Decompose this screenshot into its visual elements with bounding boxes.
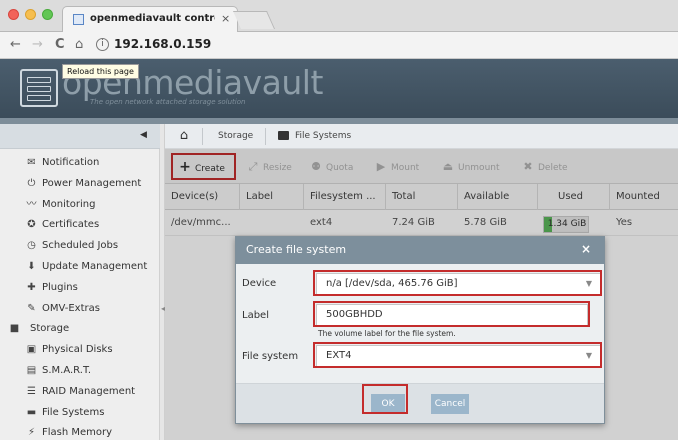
filesystem-field-label: File system bbox=[242, 351, 299, 362]
sidebar-item-label: S.M.A.R.T. bbox=[42, 365, 92, 376]
breadcrumb-home-icon[interactable]: ⌂ bbox=[175, 128, 193, 144]
browser-tab[interactable]: openmediavault control panel × bbox=[62, 6, 238, 32]
sidebar-item-label: File Systems bbox=[42, 406, 105, 418]
sidebar-item-label: OMV-Extras bbox=[42, 302, 100, 314]
sidebar-item-plugins[interactable]: ✚ Plugins bbox=[0, 279, 160, 299]
sidebar-item-certificates[interactable]: ✪ Certificates bbox=[0, 216, 160, 236]
label-highlight bbox=[313, 301, 590, 327]
power-icon: ⏻ bbox=[27, 177, 36, 189]
screen: openmediavault control panel × ← → C ⌂ i… bbox=[0, 0, 678, 440]
sidebar-item-label: Plugins bbox=[42, 281, 78, 293]
update-icon: ⬇ bbox=[27, 261, 36, 272]
sidebar-item-update-management[interactable]: ⬇ Update Management bbox=[0, 258, 160, 278]
folder-icon: ▬ bbox=[26, 406, 37, 418]
minimize-window-icon[interactable] bbox=[25, 9, 36, 20]
sidebar-item-omv-extras[interactable]: ✎ OMV-Extras bbox=[0, 300, 160, 320]
sidebar-item-flash-memory[interactable]: ⚡ Flash Memory bbox=[0, 424, 160, 440]
label-field-hint: The volume label for the file system. bbox=[318, 329, 456, 338]
flash-icon: ⚡ bbox=[27, 427, 36, 439]
page-favicon-icon bbox=[73, 14, 84, 25]
sidebar-item-s-m-a-r-t[interactable]: ▤ S.M.A.R.T. bbox=[0, 362, 160, 382]
reload-tooltip: Reload this page bbox=[62, 64, 139, 79]
tab-close-icon[interactable]: × bbox=[221, 12, 230, 25]
home-icon[interactable]: ⌂ bbox=[75, 37, 83, 53]
wrench-icon: ✎ bbox=[27, 302, 36, 314]
sidebar-item-label: Monitoring bbox=[42, 198, 96, 210]
sidebar-item-physical-disks[interactable]: ▣ Physical Disks bbox=[0, 341, 160, 361]
sidebar-item-label: Notification bbox=[42, 157, 100, 168]
tab-title: openmediavault control panel bbox=[90, 13, 215, 24]
certificate-icon: ✪ bbox=[27, 219, 36, 231]
sidebar-item-label: Physical Disks bbox=[42, 344, 113, 356]
sidebar-item-storage[interactable]: ■ Storage bbox=[0, 320, 160, 340]
folder-icon bbox=[278, 131, 289, 140]
sidebar-item-label: Power Management bbox=[42, 177, 142, 189]
sidebar-item-label: Storage bbox=[30, 323, 70, 335]
device-highlight bbox=[313, 270, 602, 296]
breadcrumb-item-file-systems[interactable]: File Systems bbox=[295, 131, 351, 141]
sidebar-item-power-management[interactable]: ⏻ Power Management bbox=[0, 175, 160, 195]
raid-icon: ☰ bbox=[27, 385, 36, 397]
sidebar-item-label: Scheduled Jobs bbox=[42, 240, 119, 252]
app-logo-tagline: The open network attached storage soluti… bbox=[90, 98, 246, 106]
dialog-title: Create file system bbox=[246, 243, 347, 256]
cancel-button[interactable]: Cancel bbox=[431, 394, 469, 414]
dialog-close-icon[interactable]: × bbox=[581, 242, 591, 256]
sidebar-item-scheduled-jobs[interactable]: ◷ Scheduled Jobs bbox=[0, 237, 160, 257]
collapse-sidebar-icon[interactable]: ◀ bbox=[140, 130, 147, 140]
sidebar-item-label: RAID Management bbox=[42, 385, 136, 397]
envelope-icon: ✉ bbox=[27, 157, 36, 168]
clock-icon: ◷ bbox=[27, 240, 36, 252]
chart-icon: 〰 bbox=[26, 198, 37, 210]
device-field-label: Device bbox=[242, 278, 277, 289]
sidebar-item-raid-management[interactable]: ☰ RAID Management bbox=[0, 383, 160, 403]
back-arrow-icon[interactable]: ← bbox=[10, 37, 21, 53]
storage-icon: ■ bbox=[9, 323, 20, 335]
sidebar-item-label: Flash Memory bbox=[42, 427, 113, 439]
sidebar-item-monitoring[interactable]: 〰 Monitoring bbox=[0, 196, 160, 216]
ok-button-highlight bbox=[362, 384, 408, 414]
sidebar-item-file-systems[interactable]: ▬ File Systems bbox=[0, 404, 160, 424]
filesystem-highlight bbox=[313, 342, 602, 368]
close-window-icon[interactable] bbox=[8, 9, 19, 20]
disk-icon: ▣ bbox=[26, 344, 37, 356]
omv-logo-icon bbox=[20, 69, 58, 107]
sidebar-item-notification[interactable]: ✉ Notification bbox=[0, 154, 160, 174]
dialog-title-bar: Create file system × bbox=[236, 237, 604, 264]
site-info-icon[interactable]: i bbox=[96, 38, 109, 51]
label-field-label: Label bbox=[242, 310, 269, 321]
reload-icon[interactable]: C bbox=[55, 37, 65, 53]
sidebar-item-label: Certificates bbox=[42, 219, 100, 231]
smart-icon: ▤ bbox=[26, 365, 37, 376]
puzzle-icon: ✚ bbox=[27, 281, 36, 293]
navigation-sidebar: ◀ ✉ Notification ⏻ Power Management 〰 Monitor… bbox=[0, 124, 160, 440]
sidebar-header: ◀ bbox=[0, 124, 160, 149]
breadcrumb-item-storage[interactable]: Storage bbox=[218, 131, 253, 141]
browser-toolbar: ← → C ⌂ i 192.168.0.159 bbox=[0, 32, 678, 59]
browser-tab-strip: openmediavault control panel × bbox=[0, 0, 678, 32]
breadcrumb: ⌂ Storage File Systems bbox=[165, 124, 678, 149]
dialog-footer: OK Cancel bbox=[236, 383, 604, 423]
address-bar[interactable]: 192.168.0.159 bbox=[114, 37, 211, 51]
new-tab-button[interactable] bbox=[232, 11, 276, 29]
sidebar-item-label: Update Management bbox=[42, 261, 148, 272]
maximize-window-icon[interactable] bbox=[42, 9, 53, 20]
create-file-system-dialog: Create file system × Device n/a [/dev/sd… bbox=[235, 236, 605, 424]
forward-arrow-icon[interactable]: → bbox=[32, 37, 43, 53]
